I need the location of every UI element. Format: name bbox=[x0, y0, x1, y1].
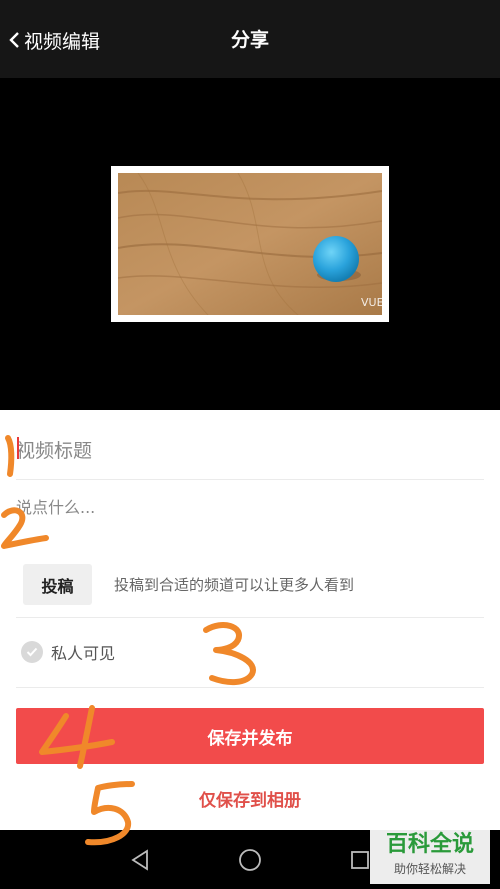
private-label: 私人可见 bbox=[51, 644, 116, 663]
private-toggle[interactable]: 私人可见 bbox=[21, 640, 115, 664]
video-title-input[interactable] bbox=[16, 422, 484, 480]
nav-home-icon[interactable] bbox=[235, 845, 265, 875]
contribute-hint: 投稿到合适的频道可以让更多人看到 bbox=[114, 576, 355, 594]
check-circle-icon[interactable] bbox=[21, 641, 43, 663]
contribute-row: 投稿 投稿到合适的频道可以让更多人看到 bbox=[16, 552, 484, 618]
video-preview-area: VUE bbox=[0, 78, 500, 410]
save-and-publish-button[interactable]: 保存并发布 bbox=[16, 708, 484, 764]
description-input[interactable] bbox=[16, 492, 484, 522]
share-form: 投稿 投稿到合适的频道可以让更多人看到 私人可见 保存并发布 仅保存到相册 bbox=[0, 410, 500, 830]
watermark-title: 百科全说 bbox=[385, 832, 474, 857]
save-to-album-button[interactable]: 仅保存到相册 bbox=[0, 786, 500, 811]
text-cursor bbox=[17, 437, 19, 459]
private-row: 私人可见 bbox=[16, 618, 484, 688]
nav-back-icon[interactable] bbox=[125, 845, 155, 875]
watermark-subtitle: 助你轻松解决 bbox=[393, 862, 466, 876]
contribute-button[interactable]: 投稿 bbox=[23, 564, 92, 605]
chevron-left-icon bbox=[9, 32, 19, 48]
video-frame-image: VUE bbox=[118, 173, 382, 315]
vue-watermark: VUE bbox=[361, 296, 382, 309]
site-watermark: 百科全说 助你轻松解决 bbox=[370, 828, 490, 884]
back-label: 视频编辑 bbox=[24, 30, 101, 53]
back-button[interactable]: 视频编辑 bbox=[8, 24, 100, 56]
video-thumbnail[interactable]: VUE bbox=[111, 166, 389, 322]
top-bar: 视频编辑 分享 bbox=[0, 0, 500, 78]
